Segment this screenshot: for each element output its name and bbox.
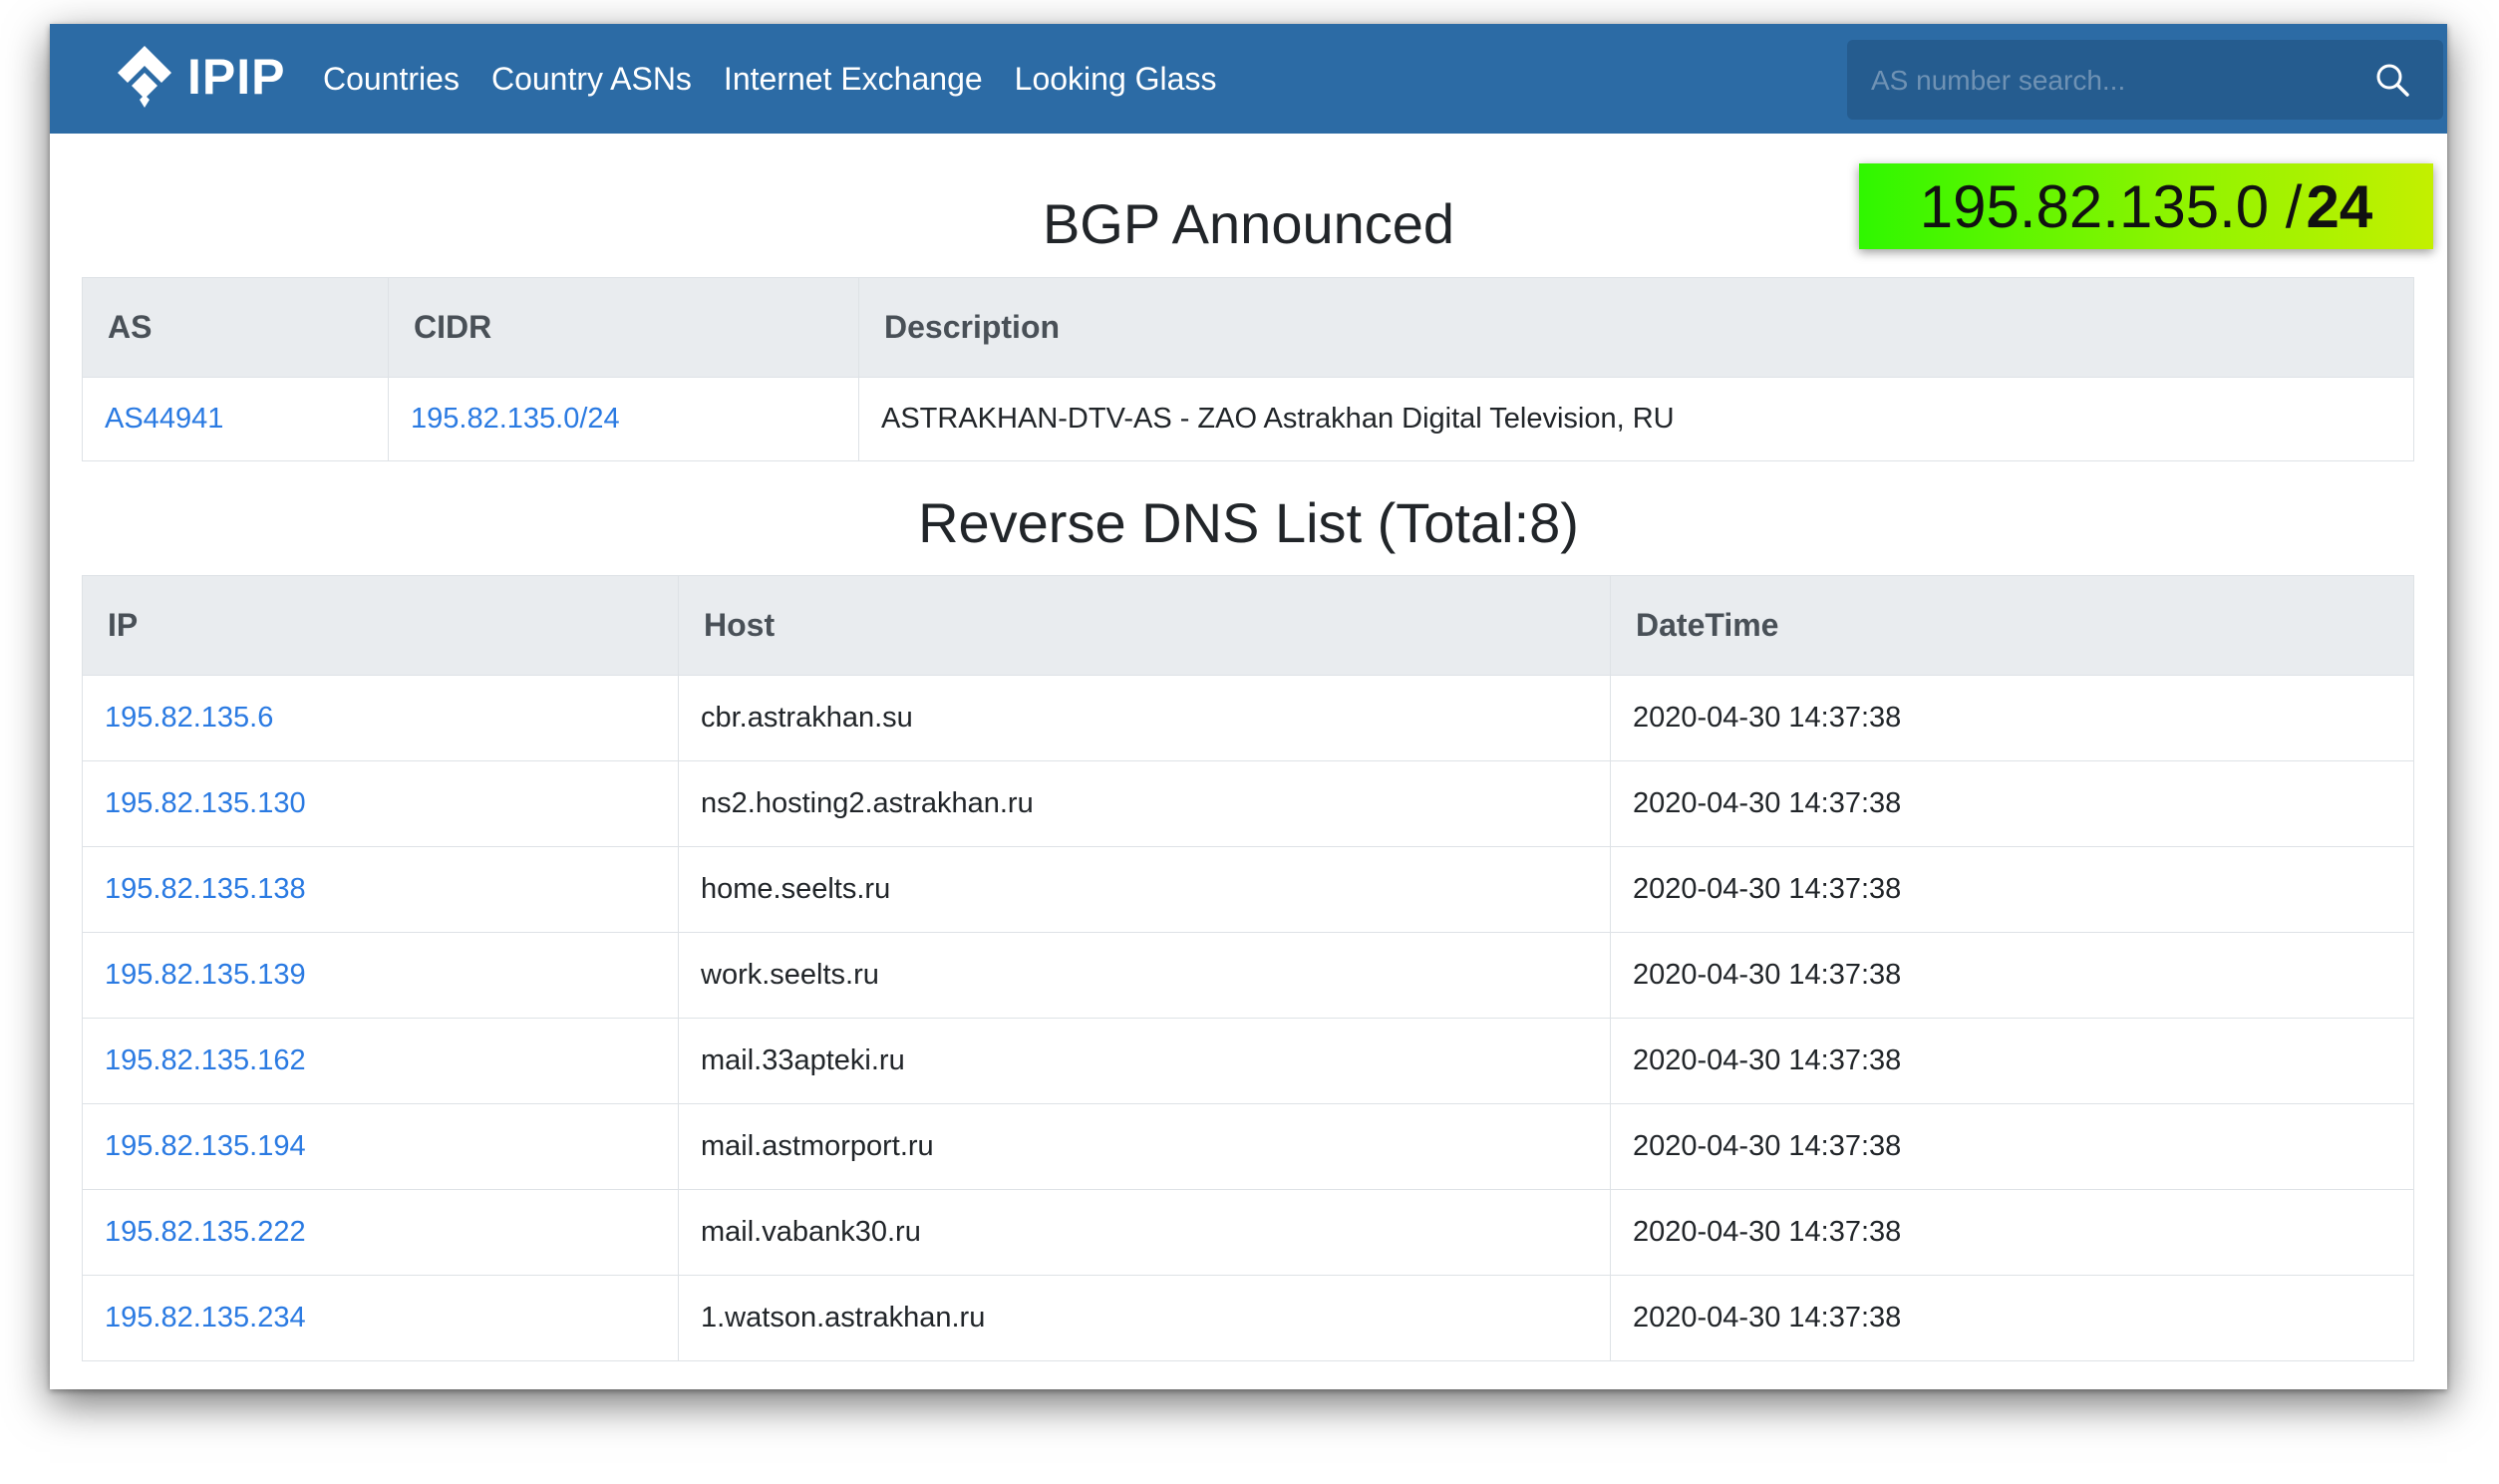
column-header-ip: IP xyxy=(82,575,679,676)
column-header-datetime: DateTime xyxy=(1610,575,2414,676)
host-cell: work.seelts.ru xyxy=(678,932,1611,1019)
host-cell: mail.astmorport.ru xyxy=(678,1103,1611,1190)
datetime-cell: 2020-04-30 14:37:38 xyxy=(1610,1103,2414,1190)
as-search-box xyxy=(1847,40,2443,122)
nav-item-internet-exchange[interactable]: Internet Exchange xyxy=(724,61,983,98)
ip-cell: 195.82.135.234 xyxy=(82,1275,679,1361)
bgp-header-row: AS CIDR Description xyxy=(82,277,2414,378)
ip-link[interactable]: 195.82.135.162 xyxy=(105,1044,306,1076)
table-row: AS44941 195.82.135.0/24 ASTRAKHAN-DTV-AS… xyxy=(82,377,2414,461)
as-search-input[interactable] xyxy=(1847,40,2371,122)
host-cell: home.seelts.ru xyxy=(678,846,1611,933)
table-row: 195.82.135.222 mail.vabank30.ru 2020-04-… xyxy=(82,1189,2414,1276)
brand[interactable]: IPIP xyxy=(110,42,285,112)
nav-item-countries[interactable]: Countries xyxy=(323,61,460,98)
ip-link[interactable]: 195.82.135.194 xyxy=(105,1130,306,1162)
ip-cell: 195.82.135.162 xyxy=(82,1018,679,1104)
datetime-cell: 2020-04-30 14:37:38 xyxy=(1610,1275,2414,1361)
ip-cell: 195.82.135.130 xyxy=(82,760,679,847)
table-row: 195.82.135.6 cbr.astrakhan.su 2020-04-30… xyxy=(82,675,2414,761)
host-cell: 1.watson.astrakhan.ru xyxy=(678,1275,1611,1361)
rdns-table: IP Host DateTime 195.82.135.6 cbr.astrak… xyxy=(82,575,2414,1361)
bgp-title: BGP Announced xyxy=(1042,192,1455,255)
ip-cell: 195.82.135.222 xyxy=(82,1189,679,1276)
datetime-cell: 2020-04-30 14:37:38 xyxy=(1610,1018,2414,1104)
datetime-cell: 2020-04-30 14:37:38 xyxy=(1610,1189,2414,1276)
ip-link[interactable]: 195.82.135.234 xyxy=(105,1302,306,1334)
host-cell: cbr.astrakhan.su xyxy=(678,675,1611,761)
as-link[interactable]: AS44941 xyxy=(105,403,223,435)
table-row: 195.82.135.139 work.seelts.ru 2020-04-30… xyxy=(82,932,2414,1019)
ip-cell: 195.82.135.139 xyxy=(82,932,679,1019)
column-header-description: Description xyxy=(858,277,2414,378)
host-cell: mail.33apteki.ru xyxy=(678,1018,1611,1104)
ip-cell: 195.82.135.194 xyxy=(82,1103,679,1190)
nav-item-country-asns[interactable]: Country ASNs xyxy=(491,61,692,98)
table-row: 195.82.135.130 ns2.hosting2.astrakhan.ru… xyxy=(82,760,2414,847)
ipip-logo-icon xyxy=(118,46,171,108)
as-cell: AS44941 xyxy=(82,377,389,461)
search-icon[interactable] xyxy=(2375,63,2409,97)
nav-item-looking-glass[interactable]: Looking Glass xyxy=(1015,61,1217,98)
datetime-cell: 2020-04-30 14:37:38 xyxy=(1610,675,2414,761)
top-navbar: IPIP Countries Country ASNs Internet Exc… xyxy=(50,24,2447,134)
cidr-cell: 195.82.135.0/24 xyxy=(388,377,859,461)
ip-link[interactable]: 195.82.135.138 xyxy=(105,873,306,905)
ip-link[interactable]: 195.82.135.6 xyxy=(105,702,273,734)
table-row: 195.82.135.138 home.seelts.ru 2020-04-30… xyxy=(82,846,2414,933)
bgp-table: AS CIDR Description AS44941 195.82.135.0… xyxy=(82,277,2414,461)
host-cell: ns2.hosting2.astrakhan.ru xyxy=(678,760,1611,847)
browser-page: IPIP Countries Country ASNs Internet Exc… xyxy=(50,24,2447,1389)
table-row: 195.82.135.194 mail.astmorport.ru 2020-0… xyxy=(82,1103,2414,1190)
ip-link[interactable]: 195.82.135.139 xyxy=(105,959,306,991)
nav-menu: Countries Country ASNs Internet Exchange… xyxy=(323,24,1248,134)
ip-cell: 195.82.135.6 xyxy=(82,675,679,761)
host-cell: mail.vabank30.ru xyxy=(678,1189,1611,1276)
ip-link[interactable]: 195.82.135.222 xyxy=(105,1216,306,1248)
table-row: 195.82.135.162 mail.33apteki.ru 2020-04-… xyxy=(82,1018,2414,1104)
rdns-header-row: IP Host DateTime xyxy=(82,575,2414,676)
rdns-title: Reverse DNS List (Total:8) xyxy=(918,491,1579,554)
column-header-host: Host xyxy=(678,575,1611,676)
datetime-cell: 2020-04-30 14:37:38 xyxy=(1610,760,2414,847)
column-header-cidr: CIDR xyxy=(388,277,859,378)
datetime-cell: 2020-04-30 14:37:38 xyxy=(1610,846,2414,933)
datetime-cell: 2020-04-30 14:37:38 xyxy=(1610,932,2414,1019)
ip-cell: 195.82.135.138 xyxy=(82,846,679,933)
cidr-link[interactable]: 195.82.135.0/24 xyxy=(411,403,620,435)
column-header-as: AS xyxy=(82,277,389,378)
brand-name: IPIP xyxy=(187,49,286,105)
description-cell: ASTRAKHAN-DTV-AS - ZAO Astrakhan Digital… xyxy=(858,377,2414,461)
ip-link[interactable]: 195.82.135.130 xyxy=(105,787,306,819)
table-row: 195.82.135.234 1.watson.astrakhan.ru 202… xyxy=(82,1275,2414,1361)
